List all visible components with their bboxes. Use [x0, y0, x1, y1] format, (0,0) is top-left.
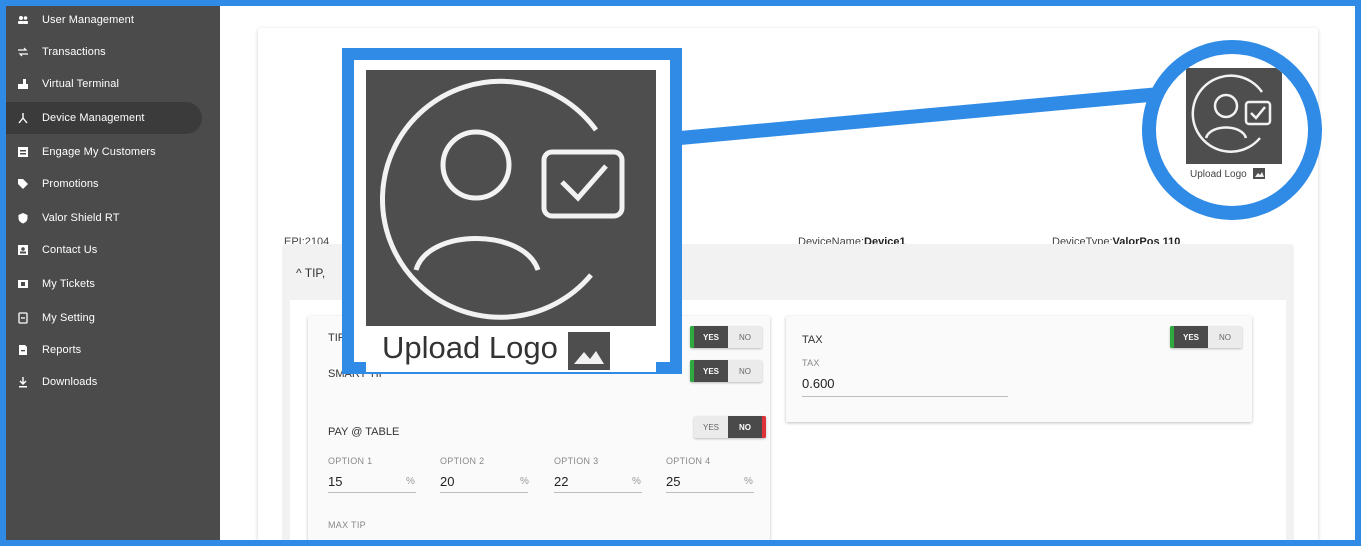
tip-toggle-no[interactable]: NO	[728, 326, 762, 348]
device-tree-icon	[16, 111, 30, 125]
pay-at-table-label: PAY @ TABLE	[328, 426, 400, 438]
user-check-icon	[1191, 74, 1272, 153]
tax-toggle-no[interactable]: NO	[1208, 326, 1242, 348]
option-2-label: OPTION 2	[440, 456, 485, 466]
smart-tip-toggle-no[interactable]: NO	[728, 360, 762, 382]
option-3-label: OPTION 3	[554, 456, 599, 466]
sidebar-item-my-tickets[interactable]: My Tickets	[6, 268, 202, 300]
tax-underline	[802, 396, 1008, 397]
sidebar: User Management Transactions Virtual Ter…	[6, 6, 220, 540]
upload-logo-label[interactable]: Upload Logo	[1190, 168, 1265, 180]
user-check-icon	[379, 78, 625, 320]
tip-toggle-yes[interactable]: YES	[690, 326, 728, 348]
upload-logo-button[interactable]	[1186, 68, 1282, 164]
smart-tip-toggle-yes[interactable]: YES	[690, 360, 728, 382]
tax-input[interactable]: 0.600	[802, 376, 835, 391]
shield-icon	[16, 211, 30, 225]
terminal-icon	[16, 77, 30, 91]
sidebar-item-label: Engage My Customers	[42, 146, 156, 158]
option-2-unit: %	[520, 476, 529, 487]
engage-icon	[16, 145, 30, 159]
tax-field-label: TAX	[802, 358, 820, 368]
download-icon	[16, 375, 30, 389]
sidebar-item-label: Transactions	[42, 46, 106, 58]
tax-toggle-yes[interactable]: YES	[1170, 326, 1208, 348]
sidebar-item-reports[interactable]: Reports	[6, 334, 202, 366]
option-2-underline	[440, 492, 528, 493]
sidebar-item-label: Virtual Terminal	[42, 78, 120, 90]
image-icon	[1252, 168, 1265, 179]
max-tip-input[interactable]: 350	[328, 538, 350, 546]
option-1-underline	[328, 492, 416, 493]
sidebar-item-contact-us[interactable]: Contact Us	[6, 234, 202, 266]
sidebar-item-label: Downloads	[42, 376, 98, 388]
option-4-unit: %	[744, 476, 753, 487]
section-header[interactable]: ^ TIP,	[296, 266, 325, 280]
option-2-input[interactable]: 20	[440, 474, 454, 489]
option-4-input[interactable]: 25	[666, 474, 680, 489]
sidebar-item-label: My Tickets	[42, 278, 95, 290]
sidebar-item-label: Reports	[42, 344, 82, 356]
sidebar-item-user-management[interactable]: User Management	[6, 6, 202, 36]
smart-tip-toggle[interactable]: YES NO	[690, 360, 762, 382]
max-tip-label: MAX TIP	[328, 520, 366, 530]
settings-icon	[16, 311, 30, 325]
option-1-label: OPTION 1	[328, 456, 373, 466]
option-4-underline	[666, 492, 754, 493]
contact-icon	[16, 243, 30, 257]
arrows-icon	[16, 45, 30, 59]
sidebar-item-label: My Setting	[42, 312, 95, 324]
upload-logo-zoomed[interactable]: Upload Logo	[366, 70, 656, 372]
pay-at-table-toggle[interactable]: YES NO	[694, 416, 766, 438]
tax-toggle[interactable]: YES NO	[1170, 326, 1242, 348]
max-tip-unit: %	[406, 540, 415, 546]
sidebar-item-label: Valor Shield RT	[42, 212, 120, 224]
option-1-input[interactable]: 15	[328, 474, 342, 489]
sidebar-item-label: Device Management	[42, 112, 145, 124]
callout-connector-line	[680, 87, 1161, 145]
sidebar-item-label: Promotions	[42, 178, 99, 190]
sidebar-item-device-management[interactable]: Device Management	[6, 102, 202, 134]
report-icon	[16, 343, 30, 357]
upload-logo-text: Upload Logo	[1190, 169, 1247, 180]
tax-title: TAX	[802, 334, 823, 346]
upload-logo-zoomed-text: Upload Logo	[382, 330, 558, 365]
upload-logo-zoomed-label-area: Upload Logo	[366, 326, 656, 372]
upload-logo-zoom-callout: Upload Logo	[342, 48, 682, 374]
tag-icon	[16, 177, 30, 191]
upload-logo-circle-highlight: Upload Logo	[1142, 40, 1322, 220]
sidebar-item-my-setting[interactable]: My Setting	[6, 302, 202, 334]
option-3-unit: %	[632, 476, 641, 487]
option-3-underline	[554, 492, 642, 493]
tip-toggle[interactable]: YES NO	[690, 326, 762, 348]
image-icon	[567, 332, 610, 370]
sidebar-item-downloads[interactable]: Downloads	[6, 366, 202, 398]
sidebar-item-engage-my-customers[interactable]: Engage My Customers	[6, 136, 202, 168]
sidebar-item-valor-shield-rt[interactable]: Valor Shield RT	[6, 202, 202, 234]
users-icon	[16, 13, 30, 27]
sidebar-item-label: Contact Us	[42, 244, 98, 256]
ticket-icon	[16, 277, 30, 291]
option-4-label: OPTION 4	[666, 456, 711, 466]
option-3-input[interactable]: 22	[554, 474, 568, 489]
pay-at-table-toggle-no[interactable]: NO	[728, 416, 766, 438]
tax-panel: TAX YES NO TAX 0.600	[786, 316, 1252, 422]
sidebar-item-transactions[interactable]: Transactions	[6, 36, 202, 68]
option-1-unit: %	[406, 476, 415, 487]
sidebar-item-promotions[interactable]: Promotions	[6, 168, 202, 200]
sidebar-item-label: User Management	[42, 14, 134, 26]
sidebar-item-virtual-terminal[interactable]: Virtual Terminal	[6, 68, 202, 100]
pay-at-table-toggle-yes[interactable]: YES	[694, 416, 728, 438]
